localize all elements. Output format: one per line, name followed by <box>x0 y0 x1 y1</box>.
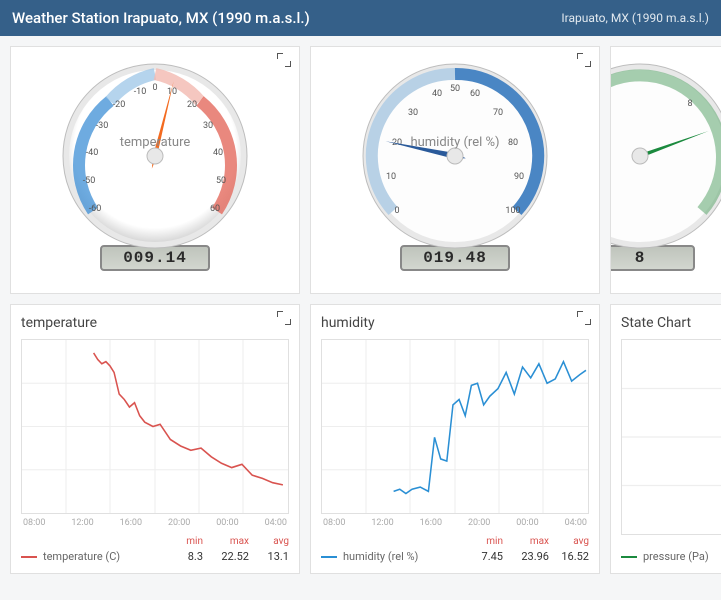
svg-text:-20: -20 <box>113 100 126 110</box>
svg-text:20: 20 <box>187 100 197 110</box>
x-axis-ticks: 08:0012:0016:0020:0000:0004:00 <box>323 518 587 528</box>
svg-text:60: 60 <box>470 89 480 99</box>
gauge-humidity: 01020 304050 607080 90100 humidity (rel … <box>350 61 560 251</box>
series-label: humidity (rel %) <box>343 550 463 563</box>
svg-text:40: 40 <box>432 89 442 99</box>
chart-card-state: State Chart pressure (Pa) <box>610 304 721 574</box>
chart-card-temperature: temperature 08:0012:0016:0020:0000:0004:… <box>10 304 300 574</box>
stats-row-humidity: humidity (rel %) 7.45 23.96 16.52 <box>321 550 589 563</box>
stats-row-temperature: temperature (C) 8.3 22.52 13.1 <box>21 550 289 563</box>
gauge-label: humidity (rel %) <box>350 135 560 150</box>
legend-swatch <box>321 556 337 558</box>
legend-swatch <box>621 556 637 558</box>
series-label: pressure (Pa) <box>643 550 721 563</box>
svg-text:0: 0 <box>394 206 399 216</box>
gauge-card-humidity: 01020 304050 607080 90100 humidity (rel … <box>310 46 600 294</box>
app-header: Weather Station Irapuato, MX (1990 m.a.s… <box>0 0 721 36</box>
chart-plot-humidity[interactable] <box>321 339 589 514</box>
svg-text:10: 10 <box>386 172 396 182</box>
chart-plot-temperature[interactable] <box>21 339 289 514</box>
svg-text:50: 50 <box>216 176 226 186</box>
svg-text:-30: -30 <box>96 121 109 131</box>
expand-icon[interactable] <box>277 53 291 67</box>
svg-text:30: 30 <box>203 121 213 131</box>
svg-text:90: 90 <box>514 172 524 182</box>
svg-text:-50: -50 <box>83 176 96 186</box>
svg-text:-60: -60 <box>89 204 102 214</box>
svg-text:100: 100 <box>505 206 520 216</box>
dashboard-grid: -60-50-40 -30-20-10 01020 304050 60 temp… <box>0 36 721 584</box>
stats-header: min max avg <box>321 536 589 547</box>
expand-icon[interactable] <box>277 311 291 325</box>
svg-text:50: 50 <box>450 84 460 94</box>
svg-text:60: 60 <box>210 204 220 214</box>
svg-text:-10: -10 <box>134 87 147 97</box>
chart-title: State Chart <box>621 315 721 331</box>
gauge-card-pressure: 7400078000820008 8 <box>610 46 721 294</box>
location-label: Irapuato, MX (1990 m.a.s.l.) <box>561 11 709 25</box>
chart-title: humidity <box>321 315 589 331</box>
svg-text:30: 30 <box>408 108 418 118</box>
series-label: temperature (C) <box>43 550 163 563</box>
gauge-label: temperature <box>50 135 260 150</box>
stats-header: min max avg <box>21 536 289 547</box>
gauge-card-temperature: -60-50-40 -30-20-10 01020 304050 60 temp… <box>10 46 300 294</box>
chart-title: temperature <box>21 315 289 331</box>
page-title: Weather Station Irapuato, MX (1990 m.a.s… <box>12 9 310 27</box>
legend-swatch <box>21 556 37 558</box>
svg-text:82000: 82000 <box>610 109 611 119</box>
gauge-pressure: 7400078000820008 <box>610 61 721 251</box>
svg-text:0: 0 <box>152 83 157 93</box>
x-axis-ticks: 08:0012:0016:0020:0000:0004:00 <box>23 518 287 528</box>
expand-icon[interactable] <box>577 311 591 325</box>
expand-icon[interactable] <box>577 53 591 67</box>
stats-row-pressure: pressure (Pa) <box>621 550 721 563</box>
gauge-temperature: -60-50-40 -30-20-10 01020 304050 60 temp… <box>50 61 260 251</box>
chart-plot-state[interactable] <box>621 339 721 535</box>
svg-text:8: 8 <box>687 99 692 109</box>
chart-card-humidity: humidity 08:0012:0016:0020:0000:0004:00 … <box>310 304 600 574</box>
svg-text:70: 70 <box>493 108 503 118</box>
